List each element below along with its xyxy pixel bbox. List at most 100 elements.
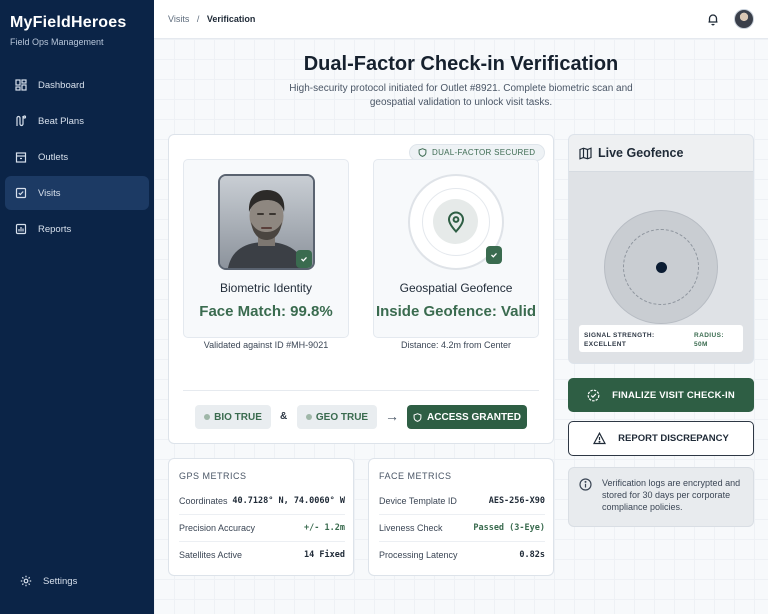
live-geofence-card: Live Geofence SIGNAL STRENGTH: EXCELLENT…: [568, 134, 754, 364]
dual-factor-badge-label: DUAL-FACTOR SECURED: [432, 148, 536, 157]
encryption-info-box: Verification logs are encrypted and stor…: [568, 467, 754, 527]
metric-label: Device Template ID: [379, 495, 457, 506]
biometric-panel: Biometric Identity Face Match: 99.8% Val…: [183, 159, 349, 350]
verification-card: DUAL-FACTOR SECURED Biometric Identity F…: [168, 134, 554, 444]
metric-row: Precision Accuracy +/- 1.2m: [179, 514, 345, 541]
warning-icon: [593, 432, 607, 445]
finalize-checkin-label: FINALIZE VISIT CHECK-IN: [612, 389, 735, 401]
sidebar-item-label: Visits: [38, 187, 61, 199]
info-icon: [579, 478, 592, 491]
live-geofence-title: Live Geofence: [598, 146, 684, 160]
chart-icon: [15, 223, 27, 235]
gps-metrics-card: GPS METRICS Coordinates 40.7128° N, 74.0…: [168, 458, 354, 576]
geofence-indicator: [408, 174, 504, 270]
biometric-label: Biometric Identity: [219, 281, 313, 295]
and-operator: &: [280, 411, 288, 422]
bio-true-label: BIO TRUE: [214, 411, 262, 423]
route-icon: [16, 115, 27, 127]
divider: [183, 390, 539, 391]
breadcrumb-visits[interactable]: Visits: [168, 14, 189, 24]
gear-icon: [20, 575, 32, 587]
breadcrumb-separator: /: [196, 14, 200, 24]
bio-true-chip: BIO TRUE: [195, 405, 271, 429]
metric-row: Satellites Active 14 Fixed: [179, 541, 345, 568]
metric-label: Coordinates: [179, 495, 228, 506]
checklist-icon: [15, 187, 27, 199]
sidebar-item-label: Beat Plans: [38, 115, 84, 127]
geo-verified-check-icon: [486, 246, 502, 264]
fingerprint-icon: [204, 414, 211, 420]
sidebar-item-label: Outlets: [38, 151, 69, 163]
sidebar-item-visits[interactable]: Visits: [5, 176, 149, 210]
geospatial-note: Distance: 4.2m from Center: [400, 340, 512, 350]
sidebar-item-label: Dashboard: [38, 79, 85, 91]
avatar[interactable]: [734, 9, 754, 29]
app-subtitle: Field Ops Management: [10, 37, 104, 47]
bell-icon[interactable]: [706, 12, 720, 26]
face-scan-image: [218, 174, 315, 270]
report-discrepancy-button[interactable]: REPORT DISCREPANCY: [568, 421, 754, 456]
gps-metrics-title: GPS METRICS: [179, 471, 247, 481]
radius-label: RADIUS:: [694, 332, 724, 339]
signal-info: SIGNAL STRENGTH: EXCELLENT RADIUS: 50M: [579, 325, 743, 352]
metric-value: 40.7128° N, 74.0060° W: [232, 495, 345, 506]
store-icon: [15, 152, 27, 163]
live-geofence-header: Live Geofence: [569, 135, 753, 172]
geofence-inner-ring: [422, 188, 490, 256]
metric-value: 14 Fixed: [304, 550, 345, 560]
geo-true-chip: GEO TRUE: [297, 405, 377, 429]
app-title: MyFieldHeroes: [10, 14, 127, 31]
sidebar: MyFieldHeroes Field Ops Management Dashb…: [0, 0, 154, 614]
metric-label: Liveness Check: [379, 523, 443, 533]
finalize-checkin-button[interactable]: FINALIZE VISIT CHECK-IN: [568, 378, 754, 412]
sidebar-item-label: Settings: [43, 575, 78, 587]
top-bar: Visits / Verification: [154, 0, 768, 39]
face-metrics-card: FACE METRICS Device Template ID AES-256-…: [368, 458, 554, 576]
metric-label: Precision Accuracy: [179, 523, 256, 533]
metric-label: Processing Latency: [379, 550, 458, 560]
geo-true-label: GEO TRUE: [315, 411, 369, 423]
geospatial-label: Geospatial Geofence: [399, 281, 513, 295]
face-match-value: Face Match: 99.8%: [199, 303, 333, 320]
sidebar-nav: Dashboard Beat Plans Outlets Visits Repo…: [0, 66, 154, 248]
main-content: Dual-Factor Check-in Verification High-s…: [154, 39, 768, 614]
metric-value: AES-256-X90: [488, 495, 545, 506]
badge-check-icon: [587, 389, 600, 401]
metric-value: Passed (3-Eye): [473, 523, 545, 533]
geospatial-panel: Geospatial Geofence Inside Geofence: Val…: [373, 159, 539, 350]
shield-check-icon: [413, 412, 422, 422]
breadcrumb: Visits / Verification: [168, 14, 255, 24]
metric-label: Satellites Active: [179, 550, 243, 560]
signal-strength-label: SIGNAL STRENGTH:: [584, 332, 655, 339]
face-verified-check-icon: [296, 250, 312, 268]
shield-icon: [418, 148, 427, 157]
sidebar-item-label: Reports: [38, 223, 72, 235]
sidebar-item-beat-plans[interactable]: Beat Plans: [5, 104, 149, 138]
location-pin-icon: [447, 211, 464, 233]
globe-icon: [305, 414, 312, 420]
geofence-status-value: Inside Geofence: Valid: [375, 303, 537, 320]
radius-value: 50M: [694, 341, 708, 348]
dashboard-icon: [15, 79, 27, 91]
sidebar-item-reports[interactable]: Reports: [5, 212, 149, 246]
metric-value: 0.82s: [519, 550, 545, 560]
geofence-map[interactable]: [604, 210, 718, 324]
sidebar-item-settings[interactable]: Settings: [10, 564, 154, 598]
metric-row: Liveness Check Passed (3-Eye): [379, 514, 545, 541]
report-discrepancy-label: REPORT DISCREPANCY: [618, 433, 729, 444]
signal-strength-value: EXCELLENT: [584, 341, 627, 348]
metric-row: Device Template ID AES-256-X90: [379, 487, 545, 514]
encryption-info-text: Verification logs are encrypted and stor…: [602, 478, 741, 512]
sidebar-item-dashboard[interactable]: Dashboard: [5, 68, 149, 102]
metric-row: Processing Latency 0.82s: [379, 541, 545, 568]
biometric-note: Validated against ID #MH-9021: [203, 340, 329, 350]
metric-row: Coordinates 40.7128° N, 74.0060° W: [179, 487, 345, 514]
metric-value: +/- 1.2m: [304, 523, 345, 533]
arrow-right-icon: →: [385, 408, 399, 424]
access-granted-badge: ACCESS GRANTED: [407, 405, 527, 429]
radius: RADIUS: 50M: [694, 331, 724, 349]
access-granted-label: ACCESS GRANTED: [427, 411, 521, 423]
breadcrumb-current: Verification: [206, 14, 256, 24]
brand: MyFieldHeroes Field Ops Management: [10, 14, 126, 47]
sidebar-item-outlets[interactable]: Outlets: [5, 140, 149, 174]
